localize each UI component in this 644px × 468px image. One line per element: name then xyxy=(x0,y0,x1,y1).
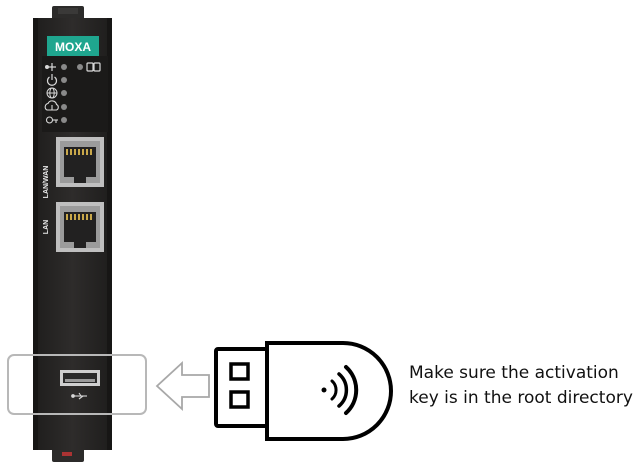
instruction-caption: Make sure the activation key is in the r… xyxy=(409,361,644,411)
ethernet-port-lan xyxy=(56,202,104,252)
ethernet-port-lanwan xyxy=(56,137,104,187)
usb-key-connector xyxy=(214,347,269,428)
caption-line-1: Make sure the activation xyxy=(409,363,619,383)
port-label-lanwan: LAN/WAN xyxy=(43,166,50,199)
moxa-device: MOXA LAN/WAN LAN xyxy=(33,18,112,450)
brand-logo: MOXA xyxy=(55,40,91,54)
led-network xyxy=(61,90,67,96)
led-key xyxy=(61,117,67,123)
device-usb-slot xyxy=(60,370,100,386)
insert-arrow xyxy=(155,360,210,412)
led-cloud xyxy=(61,104,67,110)
usb-activation-key xyxy=(214,341,393,441)
port-label-lan: LAN xyxy=(43,220,50,234)
usb-key-body xyxy=(265,341,393,441)
led-usb xyxy=(61,64,67,70)
led-link xyxy=(77,64,83,70)
caption-line-2: key is in the root directory xyxy=(409,388,633,408)
led-power xyxy=(61,77,67,83)
